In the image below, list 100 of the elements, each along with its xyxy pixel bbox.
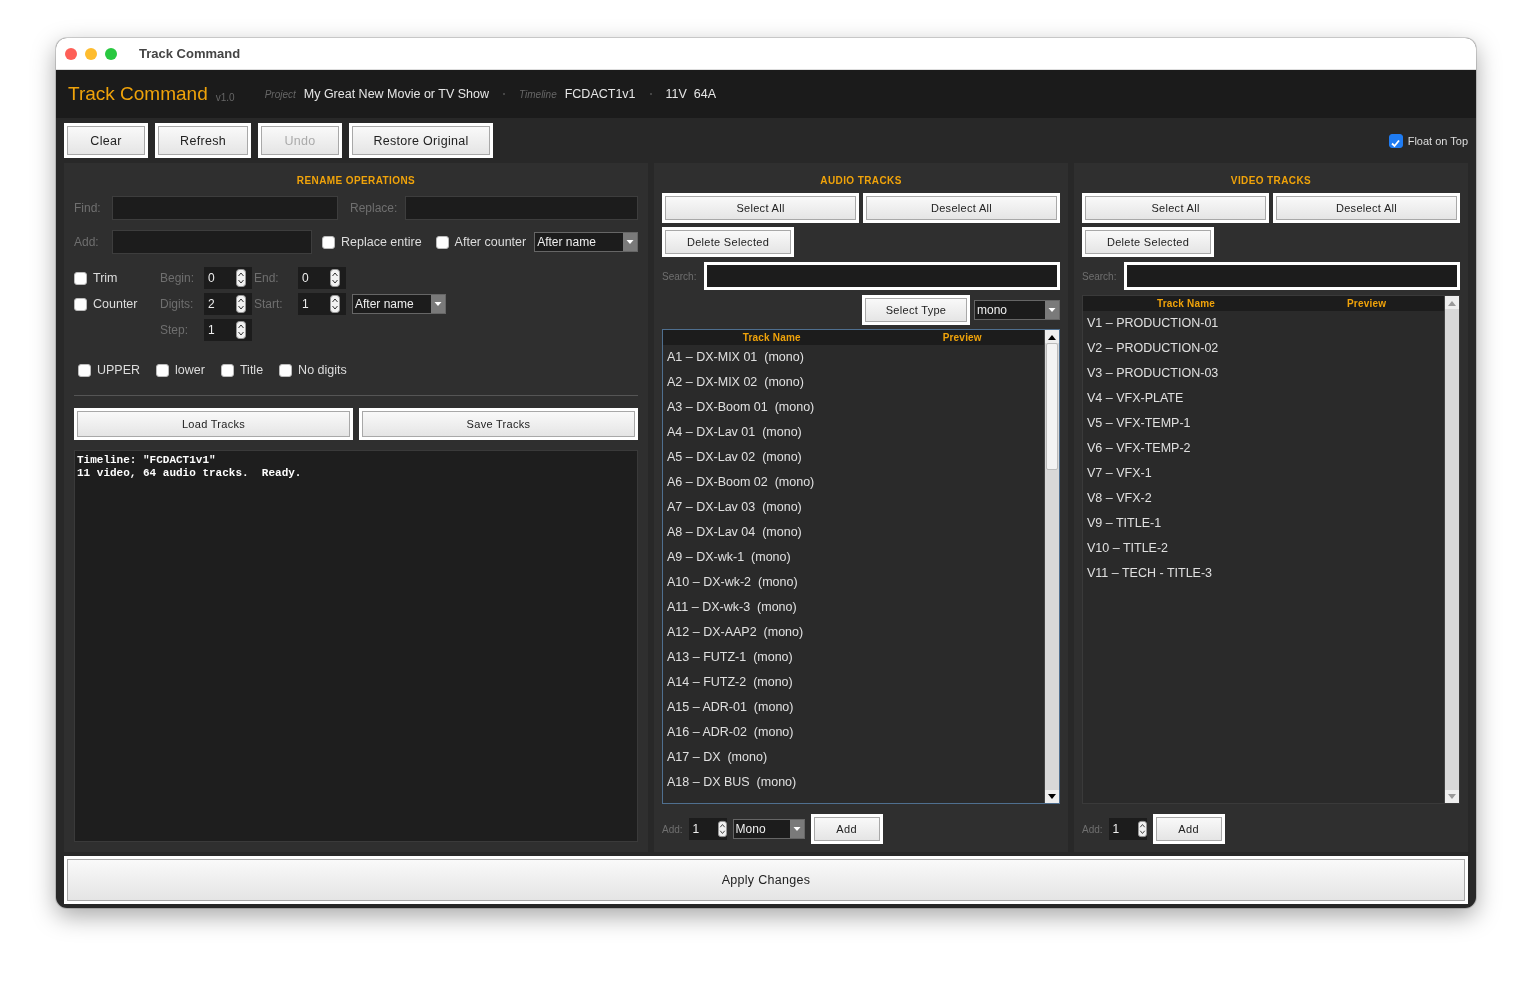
app-name: Track Command [68, 83, 208, 105]
track-row[interactable]: A10 – DX-wk-2 (mono) [663, 570, 1044, 595]
checkbox[interactable] [279, 363, 293, 377]
caret-icon [789, 820, 804, 838]
select-all-button[interactable]: Select All [662, 193, 859, 223]
counter-position-dropdown[interactable]: After name [352, 294, 446, 314]
track-row[interactable]: A2 – DX-MIX 02 (mono) [663, 370, 1044, 395]
add-label: Add: [74, 235, 100, 249]
track-row[interactable]: A8 – DX-Lav 04 (mono) [663, 520, 1044, 545]
section-title: AUDIO TRACKS [819, 174, 903, 188]
column-header: Track Name [1155, 298, 1217, 309]
log-output: Timeline: "FCDACT1v1" 11 video, 64 audio tracks. Ready. [74, 450, 638, 842]
toolbar-button[interactable]: Restore Original [349, 123, 493, 158]
select-all-button[interactable]: Select All [1082, 193, 1269, 223]
checkbox[interactable] [435, 235, 449, 249]
checkbox-label: Title [239, 363, 264, 377]
toolbar-button[interactable]: Refresh [155, 123, 251, 158]
type-dropdown[interactable]: mono [974, 300, 1060, 320]
checkbox[interactable] [220, 363, 234, 377]
checkbox-label: Counter [93, 297, 138, 311]
track-row[interactable]: A16 – ADR-02 (mono) [663, 720, 1044, 745]
checkbox[interactable] [322, 235, 335, 249]
track-row[interactable]: A5 – DX-Lav 02 (mono) [663, 445, 1044, 470]
track-row[interactable]: V2 – PRODUCTION-02 [1083, 336, 1444, 361]
close-icon[interactable] [65, 47, 77, 60]
scroll-down-arrow-icon[interactable] [1048, 793, 1056, 800]
load-tracks-button[interactable]: Load Tracks [74, 408, 353, 440]
track-counts: 11V 64A [665, 87, 717, 101]
spinner-arrows-icon[interactable] [1137, 820, 1147, 838]
track-row[interactable]: V11 – TECH - TITLE-3 [1083, 561, 1444, 586]
add-button[interactable]: Add [1152, 814, 1225, 844]
track-row[interactable]: A3 – DX-Boom 01 (mono) [663, 395, 1044, 420]
delete-selected-button[interactable]: Delete Selected [1082, 227, 1214, 257]
search-field[interactable] [1124, 262, 1460, 290]
spinner-arrows-icon[interactable] [236, 295, 246, 313]
spinner-arrows-icon[interactable] [330, 269, 340, 287]
track-row[interactable]: V7 – VFX-1 [1083, 461, 1444, 486]
position-dropdown[interactable]: After name [534, 232, 638, 252]
track-row[interactable]: A18 – DX BUS (mono) [663, 770, 1044, 795]
track-row[interactable]: V10 – TITLE-2 [1083, 536, 1444, 561]
track-row[interactable]: A12 – DX-AAP2 (mono) [663, 620, 1044, 645]
channel-dropdown[interactable]: Mono [732, 819, 805, 839]
scroll-up-arrow-icon[interactable] [1048, 333, 1056, 340]
caret-icon [623, 233, 637, 251]
track-row[interactable]: A14 – FUTZ-2 (mono) [663, 670, 1044, 695]
digits-label: Digits: [160, 297, 195, 311]
track-row[interactable]: V1 – PRODUCTION-01 [1083, 311, 1444, 336]
checkbox[interactable] [74, 297, 87, 311]
track-row[interactable]: V5 – VFX-TEMP-1 [1083, 411, 1444, 436]
track-row[interactable]: V4 – VFX-PLATE [1083, 386, 1444, 411]
checkbox-label: Replace entire [341, 235, 422, 249]
select-type-button[interactable]: Select Type [862, 295, 970, 325]
deselect-all-button[interactable]: Deselect All [863, 193, 1060, 223]
spinner-arrows-icon[interactable] [236, 269, 246, 287]
track-row[interactable]: A4 – DX-Lav 01 (mono) [663, 420, 1044, 445]
track-row[interactable]: A7 – DX-Lav 03 (mono) [663, 495, 1044, 520]
checkbox-label: After counter [454, 235, 527, 249]
timeline-name: FCDACT1v1 [564, 87, 636, 101]
project-name: My Great New Movie or TV Show [303, 87, 489, 101]
step-label: Step: [160, 323, 190, 337]
search-label: Search: [662, 270, 697, 282]
track-row[interactable]: V6 – VFX-TEMP-2 [1083, 436, 1444, 461]
add-field[interactable] [112, 230, 312, 254]
track-row[interactable]: A9 – DX-wk-1 (mono) [663, 545, 1044, 570]
track-row[interactable]: V3 – PRODUCTION-03 [1083, 361, 1444, 386]
track-row[interactable]: V8 – VFX-2 [1083, 486, 1444, 511]
search-field[interactable] [704, 262, 1060, 290]
track-row[interactable]: A15 – ADR-01 (mono) [663, 695, 1044, 720]
replace-field[interactable] [405, 196, 638, 220]
track-row[interactable]: A13 – FUTZ-1 (mono) [663, 645, 1044, 670]
column-header: Preview [1345, 298, 1388, 309]
track-row[interactable]: A1 – DX-MIX 01 (mono) [663, 345, 1044, 370]
add-label: Add: [1082, 823, 1103, 835]
begin-label: Begin: [160, 271, 196, 285]
checkbox-label: Trim [93, 271, 118, 285]
checkbox-label: lower [175, 363, 205, 377]
window-title: Track Command [139, 46, 241, 61]
track-row[interactable]: A11 – DX-wk-3 (mono) [663, 595, 1044, 620]
track-row[interactable]: A17 – DX (mono) [663, 745, 1044, 770]
checkbox[interactable] [1388, 133, 1403, 148]
scrollbar[interactable] [1044, 330, 1059, 803]
checkbox[interactable] [74, 271, 87, 285]
save-tracks-button[interactable]: Save Tracks [359, 408, 638, 440]
column-header: Preview [941, 332, 983, 343]
spinner-arrows-icon[interactable] [717, 820, 727, 838]
app-version: v1.0 [215, 91, 235, 103]
add-button[interactable]: Add [810, 814, 883, 844]
find-field[interactable] [112, 196, 338, 220]
apply-changes-button[interactable]: Apply Changes [64, 856, 1468, 904]
track-row[interactable]: A6 – DX-Boom 02 (mono) [663, 470, 1044, 495]
spinner-arrows-icon[interactable] [330, 295, 340, 313]
scroll-thumb[interactable] [1046, 343, 1058, 470]
checkbox[interactable] [156, 363, 170, 377]
deselect-all-button[interactable]: Deselect All [1273, 193, 1460, 223]
add-label: Add: [662, 823, 683, 835]
checkbox[interactable] [78, 363, 91, 377]
toolbar-button[interactable]: Clear [64, 123, 148, 158]
delete-selected-button[interactable]: Delete Selected [662, 227, 794, 257]
track-row[interactable]: V9 – TITLE-1 [1083, 511, 1444, 536]
spinner-arrows-icon[interactable] [236, 321, 246, 339]
